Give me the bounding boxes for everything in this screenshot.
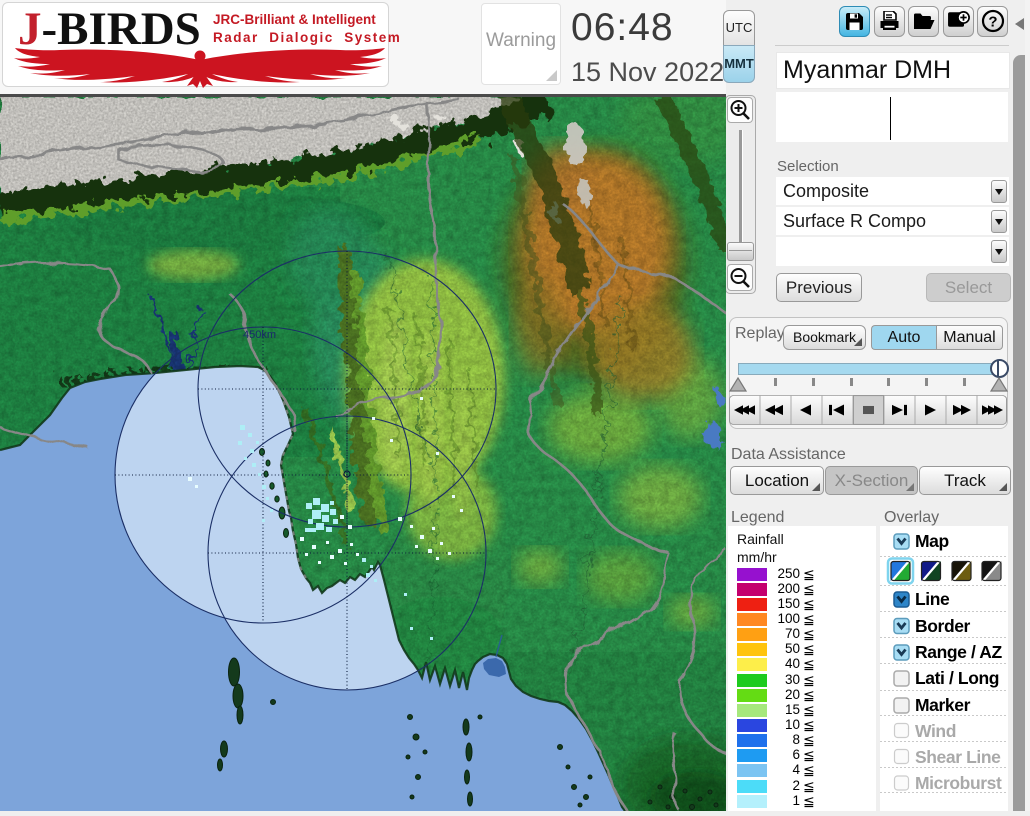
svg-text:?: ? xyxy=(988,14,997,31)
svg-text:450km: 450km xyxy=(243,329,276,341)
